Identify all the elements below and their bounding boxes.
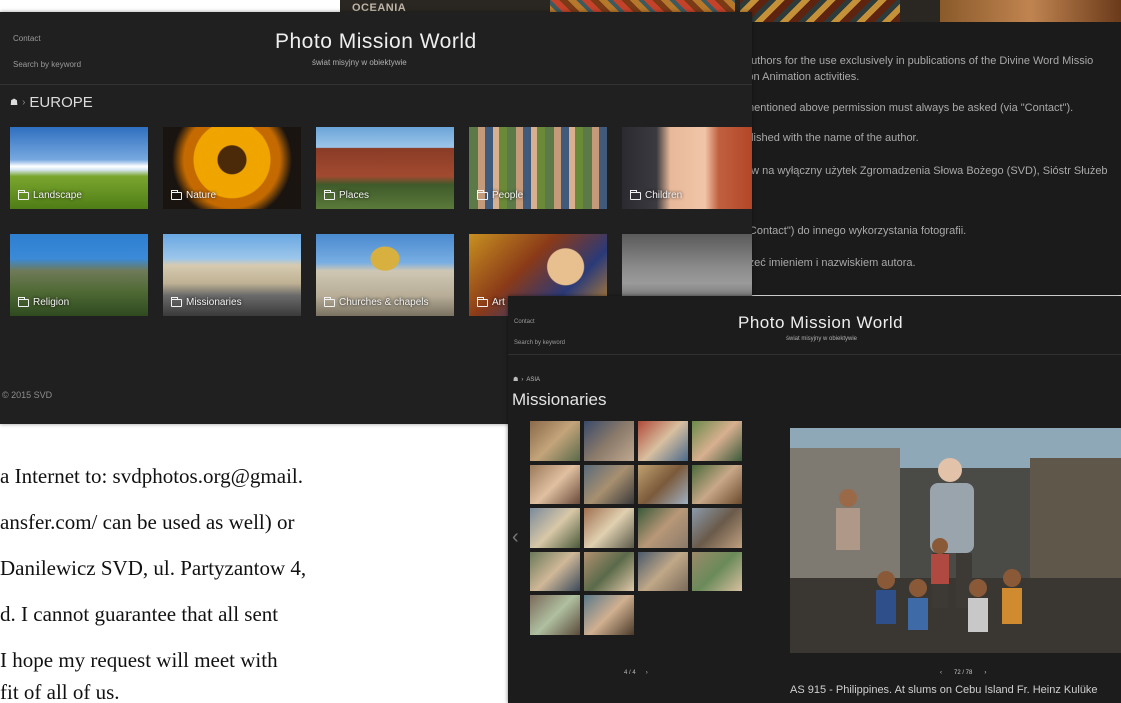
category-tile-religion[interactable]: Religion (10, 234, 148, 316)
photo-thumbnail[interactable] (584, 508, 634, 548)
folder-icon (18, 296, 29, 307)
letter-line: I hope my request will meet with (0, 648, 278, 672)
folder-icon (324, 189, 335, 200)
photo-thumbnail[interactable] (530, 551, 580, 592)
tile-label: Nature (186, 190, 217, 201)
folder-icon (477, 189, 488, 200)
rule-line: ion Animation activities. (745, 71, 860, 83)
breadcrumb-current: EUROPE (29, 94, 93, 111)
tile-label: People (492, 190, 524, 201)
site-subtitle: świat misyjny w obiektywie (786, 336, 858, 342)
photo-thumbnail[interactable] (638, 551, 688, 592)
tile-label: Places (339, 190, 370, 201)
photo-thumbnail[interactable] (638, 464, 688, 505)
photo-thumbnail[interactable] (530, 508, 580, 548)
folder-icon (171, 296, 182, 307)
letter-line: ansfer.com/ can be used as well) or (0, 510, 295, 534)
main-photo[interactable] (790, 428, 1121, 653)
category-tile-children[interactable]: Children (622, 127, 752, 209)
copyright-footer: © 2015 SVD (2, 390, 53, 400)
rule-line: authors for the use exclusively in publi… (745, 55, 1094, 67)
photo-counter: 72 / 78 (954, 670, 973, 676)
breadcrumb-current: ASIA (526, 376, 541, 383)
folder-icon (324, 296, 335, 307)
letter-line: d. I cannot guarantee that all sent (0, 602, 279, 626)
site-title[interactable]: Photo Mission World (738, 313, 903, 333)
photo-thumbnail[interactable] (692, 421, 742, 461)
photo-thumbnail[interactable] (692, 464, 742, 505)
grid-page-counter: 4 / 4 (624, 670, 636, 676)
contact-link[interactable]: Contact (13, 34, 41, 43)
home-icon[interactable]: ☗ (10, 97, 18, 108)
photo-thumbnail[interactable] (638, 508, 688, 548)
photo-thumbnail[interactable] (638, 421, 688, 461)
category-tile-places[interactable]: Places (316, 127, 454, 209)
empty-cell (638, 595, 688, 635)
photo-thumbnail[interactable] (530, 421, 580, 461)
photo-image (790, 428, 1121, 653)
category-tile-people[interactable]: People (469, 127, 607, 209)
photo-thumbnail[interactable] (584, 464, 634, 505)
tile-label: Churches & chapels (339, 297, 429, 308)
site-subtitle: świat misyjny w obiektywie (312, 58, 407, 67)
folder-icon (477, 296, 488, 307)
asia-screenshot: Contact Search by keyword Photo Mission … (508, 296, 1121, 703)
letter-line: fit of all of us. (0, 680, 120, 703)
header-divider (508, 354, 1121, 355)
search-link[interactable]: Search by keyword (13, 60, 81, 69)
artwork-image (940, 0, 1121, 22)
photo-thumbnail[interactable] (530, 464, 580, 505)
breadcrumb: ☗ › EUROPE (10, 94, 93, 111)
rule-line: rzeć imieniem i nazwiskiem autora. (745, 257, 916, 269)
breadcrumb-separator: › (22, 97, 26, 108)
rule-line: ów na wyłączny użytek Zgromadzenia Słowa… (745, 165, 1108, 177)
photo-thumbnail[interactable] (584, 595, 634, 635)
tile-label: Landscape (33, 190, 82, 201)
breadcrumb-separator: › (521, 376, 524, 383)
empty-cell (692, 595, 742, 635)
chevron-left-icon[interactable]: ‹ (940, 670, 942, 676)
grid-pagination: 4 / 4 › (624, 670, 648, 676)
contact-link[interactable]: Contact (514, 319, 535, 325)
folder-icon (18, 189, 29, 200)
site-title[interactable]: Photo Mission World (275, 30, 477, 54)
tile-label: Children (645, 190, 683, 201)
chevron-left-icon[interactable]: ‹ (512, 526, 519, 549)
category-tile-missionaries[interactable]: Missionaries (163, 234, 301, 316)
photo-thumbnail[interactable] (584, 551, 634, 592)
chevron-right-icon[interactable]: › (646, 670, 648, 676)
letter-line: Danilewicz SVD, ul. Partyzantow 4, (0, 556, 307, 580)
thumbnail-grid (530, 421, 742, 639)
photo-thumbnail[interactable] (530, 595, 580, 635)
tile-label: Religion (33, 297, 70, 308)
search-link[interactable]: Search by keyword (514, 340, 565, 346)
folder-icon (630, 189, 641, 200)
category-tile-landscape[interactable]: Landscape (10, 127, 148, 209)
tile-label: Missionaries (186, 297, 242, 308)
category-tile-nature[interactable]: Nature (163, 127, 301, 209)
rule-line: "Contact") do innego wykorzystania fotog… (745, 225, 967, 237)
home-icon[interactable]: ☗ (513, 376, 518, 383)
photo-pagination: ‹ 72 / 78 › (940, 670, 986, 676)
breadcrumb: ☗ › ASIA (513, 376, 541, 384)
letter-line: a Internet to: svdphotos.org@gmail. (0, 464, 303, 488)
rule-line: mentioned above permission must always b… (745, 102, 1074, 114)
header-divider (0, 84, 752, 85)
artwork-image (740, 0, 900, 22)
tile-label: Art (492, 297, 505, 308)
photo-thumbnail[interactable] (692, 508, 742, 548)
folder-icon (171, 189, 182, 200)
photo-thumbnail[interactable] (692, 551, 742, 592)
page-title: Missionaries (512, 390, 607, 409)
rule-line: blished with the name of the author. (745, 132, 919, 144)
photo-thumbnail[interactable] (584, 421, 634, 461)
photo-caption: AS 915 - Philippines. At slums on Cebu I… (790, 684, 1098, 696)
chevron-right-icon[interactable]: › (984, 670, 986, 676)
category-tile-churches[interactable]: Churches & chapels (316, 234, 454, 316)
